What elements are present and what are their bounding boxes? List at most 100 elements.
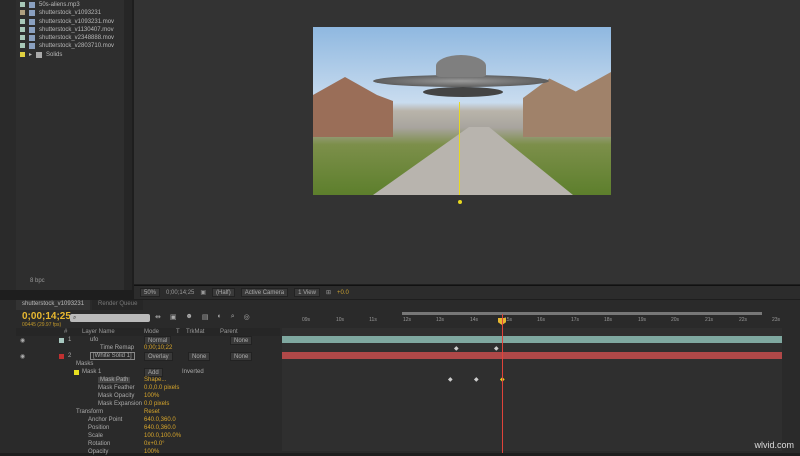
property-mask-expansion[interactable]: Mask Expansion 0.0 pixels [16,400,280,408]
property-value[interactable]: 100% [144,449,159,455]
keyframe[interactable]: ◆ [474,376,479,383]
property-value[interactable]: 0.0,0.0 pixels [144,385,179,391]
label-swatch[interactable] [59,353,64,359]
keyframe[interactable]: ◆ [448,376,453,383]
item-name: shutterstock_v2348888.mov [39,34,115,41]
graph-editor-icon[interactable]: ⌕ [231,313,235,321]
composition-frame[interactable] [313,27,611,195]
layer-bar-ufo[interactable] [282,336,782,343]
layer-name[interactable]: [White Solid 1] [90,352,135,360]
column-trkmat[interactable]: TrkMat [186,329,204,335]
ruler-tick: 23s [771,317,781,323]
project-folder[interactable]: ▸ Solids [20,50,62,59]
shy-icon[interactable]: ☻ [186,313,193,321]
ufo-dome [436,55,486,77]
property-name[interactable]: Mask 1 [82,369,101,375]
property-value[interactable]: 0.0 pixels [144,401,169,407]
property-anchor-point[interactable]: Anchor Point 640.0,360.0 [16,416,280,424]
layer-name[interactable]: ufo [90,337,98,343]
flowchart-icon[interactable]: ⊞ [326,289,331,296]
ufo-base [423,87,503,97]
project-item[interactable]: shutterstock_v2803710.mov [20,41,114,50]
layer-number: 1 [68,337,72,343]
property-mask-feather[interactable]: Mask Feather 0.0,0.0 pixels [16,384,280,392]
snapshot-icon[interactable]: ▣ [200,289,206,296]
item-name: shutterstock_v2803710.mov [39,42,115,49]
transform-group[interactable]: Transform Reset [16,408,280,416]
project-scrollbar[interactable] [124,0,132,290]
tab-render-queue[interactable]: Render Queue [92,300,144,310]
view-layout-dropdown[interactable]: 1 View [294,288,320,297]
property-name: Transform [76,409,104,415]
search-input[interactable]: ⌕ [70,314,150,322]
property-opacity[interactable]: Opacity 100% [16,448,280,456]
label-swatch [20,2,25,7]
column-mode[interactable]: Mode [144,329,159,335]
property-value[interactable]: 100% [144,393,159,399]
exposure-value[interactable]: +0.0 [337,290,349,296]
property-name: Anchor Point [88,417,123,423]
timeline-timecode[interactable]: 0;00;14;25 [22,311,71,322]
column-parent[interactable]: Parent [220,329,238,335]
motion-blur-icon[interactable]: ◐ [218,313,222,321]
camera-dropdown[interactable]: Active Camera [240,288,289,297]
property-name: Mask Expansion [98,401,143,407]
reset-link[interactable]: Reset [144,409,160,415]
work-area-bar[interactable] [402,312,762,315]
current-time[interactable]: 0;00;14;25 [166,290,194,296]
layer-bar-white-solid[interactable] [282,352,782,359]
mask-1-row[interactable]: Mask 1 Add Inverted [16,367,280,377]
draft-3d-icon[interactable]: ▣ [170,313,177,321]
frame-blending-icon[interactable]: ▤ [202,313,209,321]
property-name: Opacity [88,449,109,455]
current-time-indicator[interactable] [502,314,503,453]
property-name: Mask Opacity [98,393,135,399]
resolution-dropdown[interactable]: (Half) [212,288,235,297]
magnification-dropdown[interactable]: 50% [140,288,161,297]
timeline-switches: ⇹ ▣ ☻ ▤ ◐ ⌕ ◎ [155,313,250,321]
inverted-checkbox[interactable]: Inverted [182,369,204,375]
property-value[interactable]: 100.0,100.0% [144,433,181,439]
mask-color-swatch[interactable] [74,369,79,375]
time-ruler[interactable]: 09s 10s 11s 12s 13s 14s 15s 16s 17s 18s … [282,310,782,330]
property-value[interactable]: Shape... [144,377,166,383]
comp-mini-flowchart-icon[interactable]: ⇹ [155,313,161,321]
label-swatch [20,19,25,24]
property-value[interactable]: 640.0,360.0 [144,425,176,431]
property-rotation[interactable]: Rotation 0x+0.0° [16,440,280,448]
property-mask-path[interactable]: Mask Path Shape... [16,376,280,384]
layer-number: 2 [68,353,72,359]
property-value[interactable]: 0x+0.0° [144,441,165,447]
layer-row-white-solid[interactable]: ◉ 2 [White Solid 1] Overlay None None [16,351,280,361]
property-mask-opacity[interactable]: Mask Opacity 100% [16,392,280,400]
watermark: wlvid.com [754,440,794,450]
keyframe[interactable]: ◆ [494,345,499,352]
keyframe[interactable]: ◆ [454,345,459,352]
anchor-point-handle[interactable] [458,200,462,204]
column-t: T [176,329,180,335]
track-area[interactable]: ◆ ◆ ◆ ◆ ◆ [282,328,782,451]
ruler-tick: 19s [637,317,647,323]
label-swatch[interactable] [59,337,64,343]
property-value[interactable]: 640.0,360.0 [144,417,176,423]
property-scale[interactable]: Scale 100.0,100.0% [16,432,280,440]
eye-icon[interactable]: ◉ [20,337,25,344]
viewer-toolbar: 50% 0;00;14;25 ▣ (Half) Active Camera 1 … [134,285,800,299]
road [373,127,573,195]
ruler-tick: 09s [301,317,311,323]
ruler-tick: 21s [704,317,714,323]
brainstorm-icon[interactable]: ◎ [244,313,250,321]
project-item[interactable]: shutterstock_v1093231 [20,8,101,17]
bpc-button[interactable]: 8 bpc [30,278,45,284]
property-value[interactable]: 0;00;10;22 [144,345,172,351]
ruler-tick: 22s [738,317,748,323]
folder-icon [36,51,43,58]
property-name: Mask Feather [98,385,135,391]
ruler-tick: 16s [536,317,546,323]
layer-row-ufo[interactable]: ◉ 1 ufo Normal None [16,335,280,345]
houses-left [313,77,393,137]
eye-icon[interactable]: ◉ [20,353,25,360]
column-layer-name[interactable]: Layer Name [82,329,115,335]
property-position[interactable]: Position 640.0,360.0 [16,424,280,432]
tab-composition[interactable]: shutterstock_v1093231 [16,300,91,310]
